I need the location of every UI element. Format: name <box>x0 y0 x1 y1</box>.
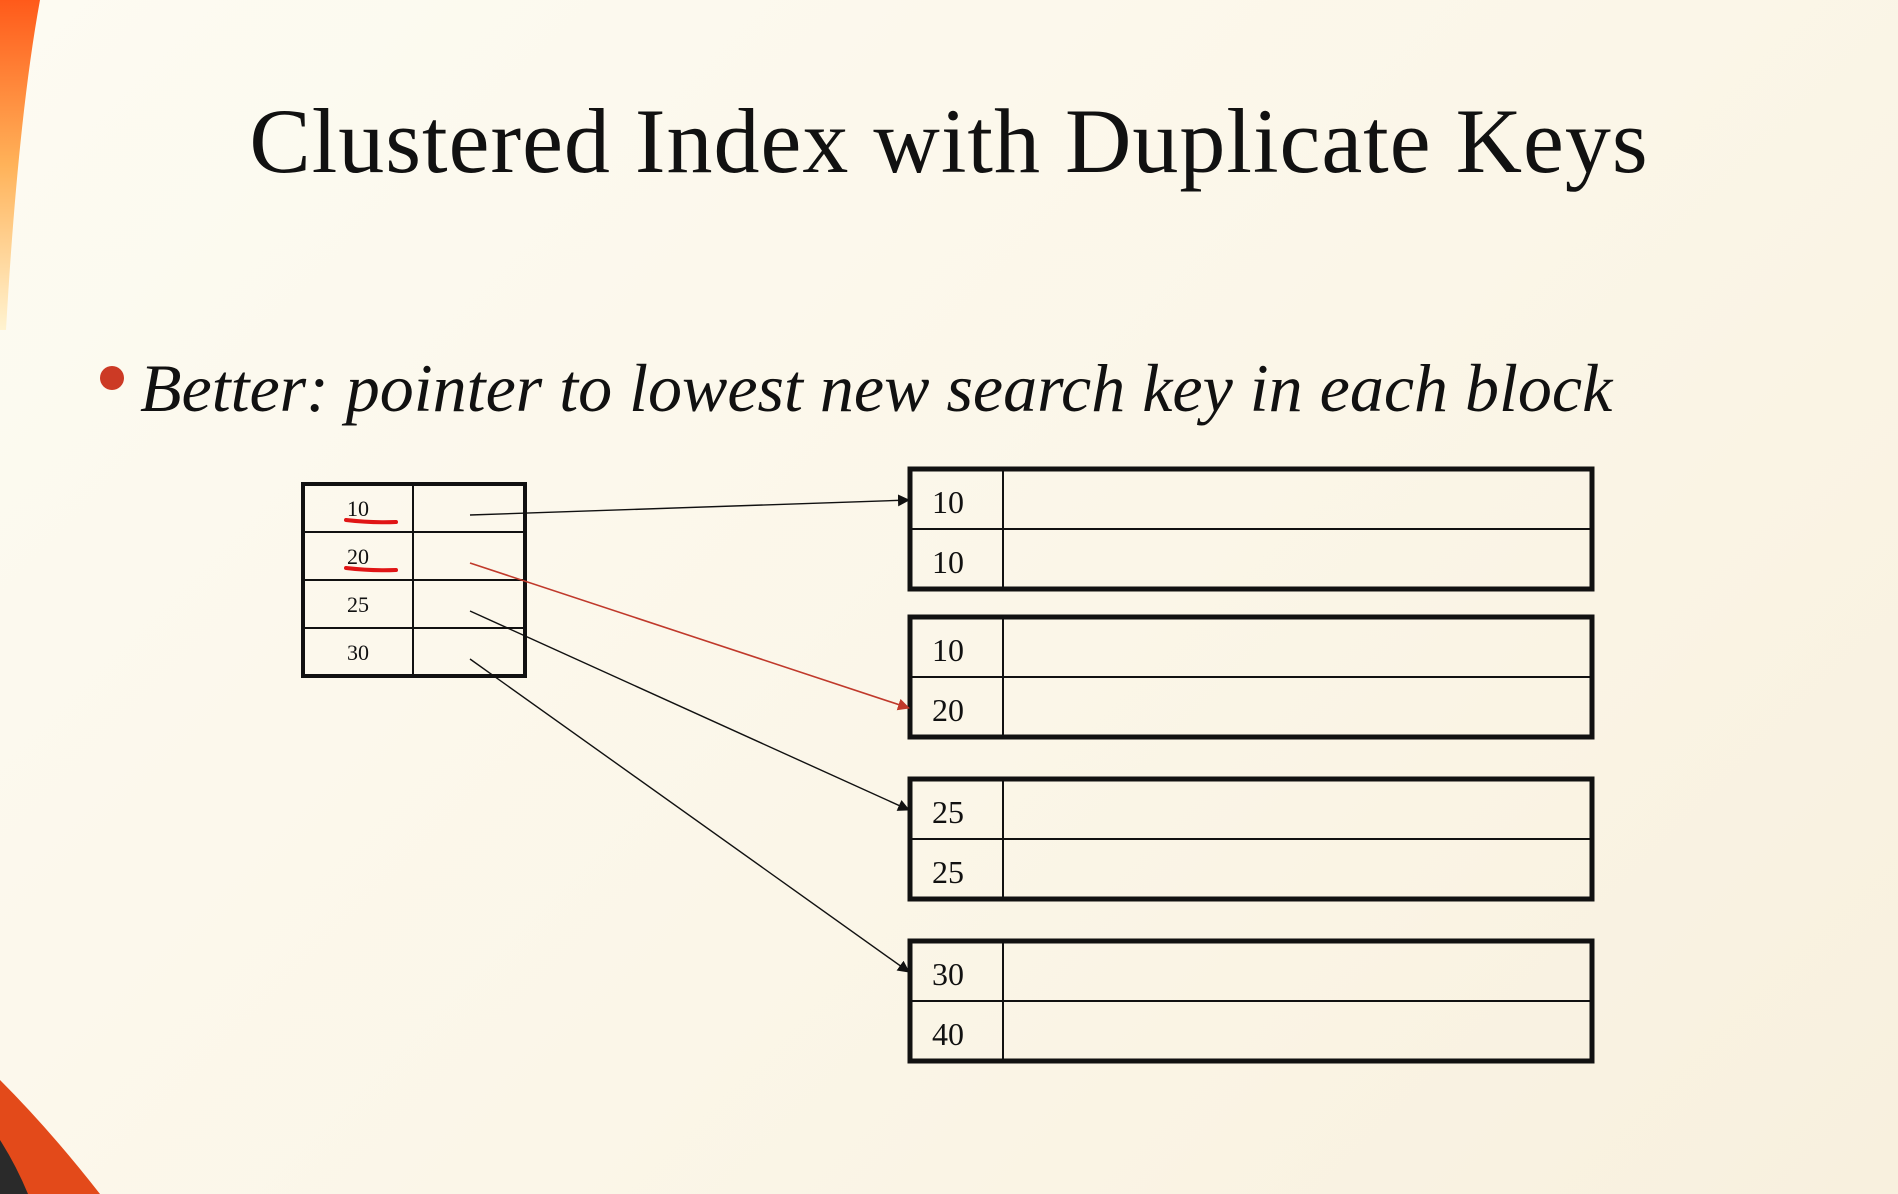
red-underline-mark <box>344 518 398 525</box>
data-block: 25 25 <box>907 776 1595 902</box>
clustered-index-diagram: 10 20 25 30 10 10 10 20 25 25 30 40 <box>301 466 1595 1064</box>
data-block: 10 10 <box>907 466 1595 592</box>
pointer-arrow <box>469 610 910 811</box>
index-key: 30 <box>347 640 369 665</box>
index-key: 20 <box>347 544 369 569</box>
data-block: 10 20 <box>907 614 1595 740</box>
block-key: 25 <box>932 794 964 830</box>
pointer-arrow <box>469 658 910 973</box>
pointer-arrow <box>469 562 910 711</box>
red-underline-mark <box>344 566 398 573</box>
block-key: 20 <box>932 692 964 728</box>
index-table: 10 20 25 30 <box>301 482 527 678</box>
block-key: 25 <box>932 854 964 890</box>
block-key: 10 <box>932 632 964 668</box>
block-key: 30 <box>932 956 964 992</box>
block-key: 10 <box>932 544 964 580</box>
block-key: 40 <box>932 1016 964 1052</box>
block-key: 10 <box>932 484 964 520</box>
index-key: 25 <box>347 592 369 617</box>
data-block: 30 40 <box>907 938 1595 1064</box>
index-key: 10 <box>347 496 369 521</box>
pointer-arrow <box>469 494 910 516</box>
data-blocks: 10 10 10 20 25 25 30 40 <box>907 466 1595 1064</box>
